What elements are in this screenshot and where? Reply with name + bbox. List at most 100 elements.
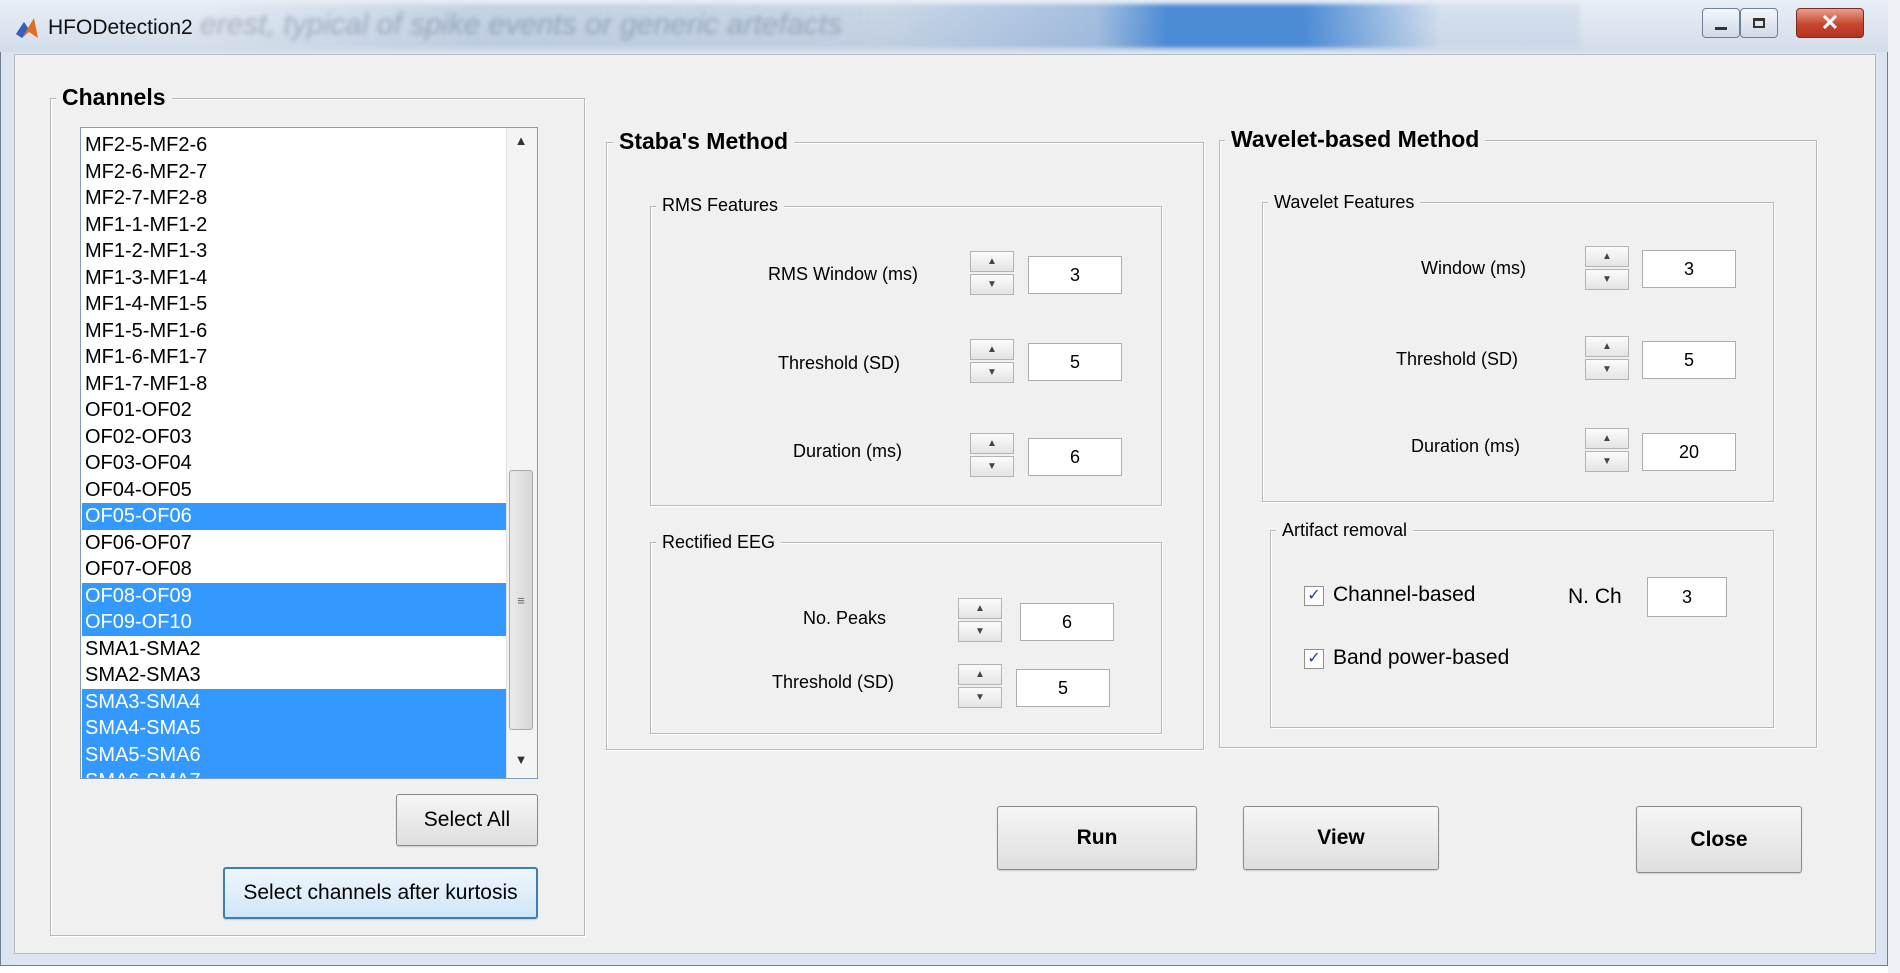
channel-list-item[interactable]: OF07-OF08 bbox=[82, 556, 507, 583]
channel-list-item[interactable]: OF02-OF03 bbox=[82, 424, 507, 451]
rms-window-label: RMS Window (ms) bbox=[767, 264, 918, 284]
select-kurtosis-button[interactable]: Select channels after kurtosis bbox=[223, 867, 538, 919]
scroll-down-icon[interactable]: ▼ bbox=[506, 752, 536, 767]
staba-title: Staba's Method bbox=[613, 128, 795, 155]
channel-list-item[interactable]: MF1-3-MF1-4 bbox=[82, 265, 507, 292]
channel-based-checkbox[interactable]: ✓ bbox=[1304, 586, 1324, 606]
channel-list-item[interactable]: OF08-OF09 bbox=[82, 582, 507, 609]
channel-list-item[interactable]: MF1-1-MF1-2 bbox=[82, 212, 507, 239]
channel-list-item[interactable]: MF2-5-MF2-6 bbox=[82, 132, 507, 159]
rms-title: RMS Features bbox=[656, 195, 785, 216]
rms-window-field[interactable]: 3 bbox=[1028, 256, 1122, 294]
rms-threshold-field[interactable]: 5 bbox=[1028, 343, 1122, 381]
spin-down-icon[interactable]: ▼ bbox=[970, 274, 1014, 295]
channel-list-item[interactable]: MF1-5-MF1-6 bbox=[82, 318, 507, 345]
channel-list-item[interactable]: SMA5-SMA6 bbox=[82, 741, 507, 768]
select-all-button[interactable]: Select All bbox=[396, 794, 538, 846]
rectified-title: Rectified EEG bbox=[656, 532, 782, 553]
band-power-label[interactable]: Band power-based bbox=[1333, 646, 1509, 670]
channel-list-item[interactable]: OF04-OF05 bbox=[82, 477, 507, 504]
wavelet-duration-spinner[interactable]: ▲ ▼ bbox=[1585, 428, 1629, 472]
grip-icon: ≡ bbox=[517, 592, 525, 608]
channel-list-item[interactable]: MF1-2-MF1-3 bbox=[82, 238, 507, 265]
channel-based-label[interactable]: Channel-based bbox=[1333, 583, 1475, 607]
wavelet-window-field[interactable]: 3 bbox=[1642, 250, 1736, 288]
channel-list-item[interactable]: OF09-OF10 bbox=[82, 609, 507, 636]
channel-list-item[interactable]: OF01-OF02 bbox=[82, 397, 507, 424]
channel-list-item[interactable]: OF05-OF06 bbox=[82, 503, 507, 530]
wavelet-window-spinner[interactable]: ▲ ▼ bbox=[1585, 246, 1629, 290]
channel-list-item[interactable]: SMA2-SMA3 bbox=[82, 662, 507, 689]
rectified-threshold-field[interactable]: 5 bbox=[1016, 669, 1110, 707]
spin-down-icon[interactable]: ▼ bbox=[970, 456, 1014, 477]
maximize-icon bbox=[1753, 18, 1765, 28]
nch-label: N. Ch bbox=[1568, 585, 1622, 608]
nch-field[interactable]: 3 bbox=[1647, 577, 1727, 617]
channel-list-item[interactable]: SMA4-SMA5 bbox=[82, 715, 507, 742]
rms-threshold-spinner[interactable]: ▲ ▼ bbox=[970, 339, 1014, 383]
minimize-icon bbox=[1715, 26, 1727, 30]
spin-down-icon[interactable]: ▼ bbox=[970, 362, 1014, 383]
spin-down-icon[interactable]: ▼ bbox=[1585, 451, 1629, 472]
background-text: erest, typical of spike events or generi… bbox=[200, 8, 842, 41]
spin-down-icon[interactable]: ▼ bbox=[1585, 359, 1629, 380]
channel-list-item[interactable]: SMA6-SMA7 bbox=[82, 768, 507, 778]
rectified-threshold-label: Threshold (SD) bbox=[771, 672, 894, 692]
channel-listbox[interactable]: MF2-5-MF2-6 MF2-6-MF2-7 MF2-7-MF2-8 MF1-1-M… bbox=[80, 127, 538, 779]
peaks-label: No. Peaks bbox=[802, 608, 886, 628]
spin-up-icon[interactable]: ▲ bbox=[1585, 336, 1629, 357]
rms-duration-label: Duration (ms) bbox=[792, 441, 902, 461]
spin-up-icon[interactable]: ▲ bbox=[1585, 246, 1629, 267]
channels-title: Channels bbox=[56, 84, 172, 111]
run-button[interactable]: Run bbox=[997, 806, 1197, 870]
channel-list-item[interactable]: MF2-6-MF2-7 bbox=[82, 159, 507, 186]
view-button[interactable]: View bbox=[1243, 806, 1439, 870]
window-title: HFODetection2 bbox=[48, 16, 193, 39]
wavelet-threshold-label: Threshold (SD) bbox=[1395, 349, 1518, 369]
wavelet-window-label: Window (ms) bbox=[1420, 258, 1526, 278]
checkmark-icon: ✓ bbox=[1307, 650, 1321, 667]
channel-list-item[interactable]: MF1-6-MF1-7 bbox=[82, 344, 507, 371]
rectified-threshold-spinner[interactable]: ▲ ▼ bbox=[958, 664, 1002, 708]
wavelet-features-title: Wavelet Features bbox=[1268, 192, 1421, 213]
spin-down-icon[interactable]: ▼ bbox=[958, 687, 1002, 708]
spin-down-icon[interactable]: ▼ bbox=[1585, 269, 1629, 290]
window-close-button[interactable]: ✕ bbox=[1796, 8, 1864, 38]
close-icon: ✕ bbox=[1820, 10, 1840, 35]
peaks-spinner[interactable]: ▲ ▼ bbox=[958, 598, 1002, 642]
channel-list-item[interactable]: SMA1-SMA2 bbox=[82, 636, 507, 663]
spin-up-icon[interactable]: ▲ bbox=[970, 433, 1014, 454]
maximize-button[interactable] bbox=[1740, 8, 1778, 38]
spin-up-icon[interactable]: ▲ bbox=[958, 598, 1002, 619]
peaks-field[interactable]: 6 bbox=[1020, 603, 1114, 641]
channel-list-item[interactable]: OF03-OF04 bbox=[82, 450, 507, 477]
wavelet-threshold-field[interactable]: 5 bbox=[1642, 341, 1736, 379]
spin-up-icon[interactable]: ▲ bbox=[970, 339, 1014, 360]
wavelet-duration-label: Duration (ms) bbox=[1410, 436, 1520, 456]
scroll-thumb[interactable]: ≡ bbox=[509, 470, 533, 730]
channel-list-item[interactable]: MF1-7-MF1-8 bbox=[82, 371, 507, 398]
spin-up-icon[interactable]: ▲ bbox=[1585, 428, 1629, 449]
channel-list-item[interactable]: SMA3-SMA4 bbox=[82, 688, 507, 715]
artifact-title: Artifact removal bbox=[1276, 520, 1414, 541]
rms-window-spinner[interactable]: ▲ ▼ bbox=[970, 251, 1014, 295]
spin-up-icon[interactable]: ▲ bbox=[958, 664, 1002, 685]
spin-down-icon[interactable]: ▼ bbox=[958, 621, 1002, 642]
band-power-checkbox[interactable]: ✓ bbox=[1304, 649, 1324, 669]
rms-threshold-label: Threshold (SD) bbox=[777, 353, 900, 373]
matlab-icon bbox=[16, 18, 38, 38]
spin-up-icon[interactable]: ▲ bbox=[970, 251, 1014, 272]
wavelet-threshold-spinner[interactable]: ▲ ▼ bbox=[1585, 336, 1629, 380]
rms-duration-field[interactable]: 6 bbox=[1028, 438, 1122, 476]
close-button[interactable]: Close bbox=[1636, 806, 1802, 873]
channel-list-item[interactable]: MF2-7-MF2-8 bbox=[82, 185, 507, 212]
channel-list-item[interactable]: OF06-OF07 bbox=[82, 530, 507, 557]
minimize-button[interactable] bbox=[1702, 8, 1740, 38]
rms-duration-spinner[interactable]: ▲ ▼ bbox=[970, 433, 1014, 477]
wavelet-duration-field[interactable]: 20 bbox=[1642, 433, 1736, 471]
wavelet-title: Wavelet-based Method bbox=[1225, 126, 1486, 153]
channel-list-item[interactable]: MF1-4-MF1-5 bbox=[82, 291, 507, 318]
artifact-group bbox=[1270, 530, 1774, 728]
checkmark-icon: ✓ bbox=[1307, 587, 1321, 604]
scroll-up-icon[interactable]: ▲ bbox=[506, 133, 536, 148]
